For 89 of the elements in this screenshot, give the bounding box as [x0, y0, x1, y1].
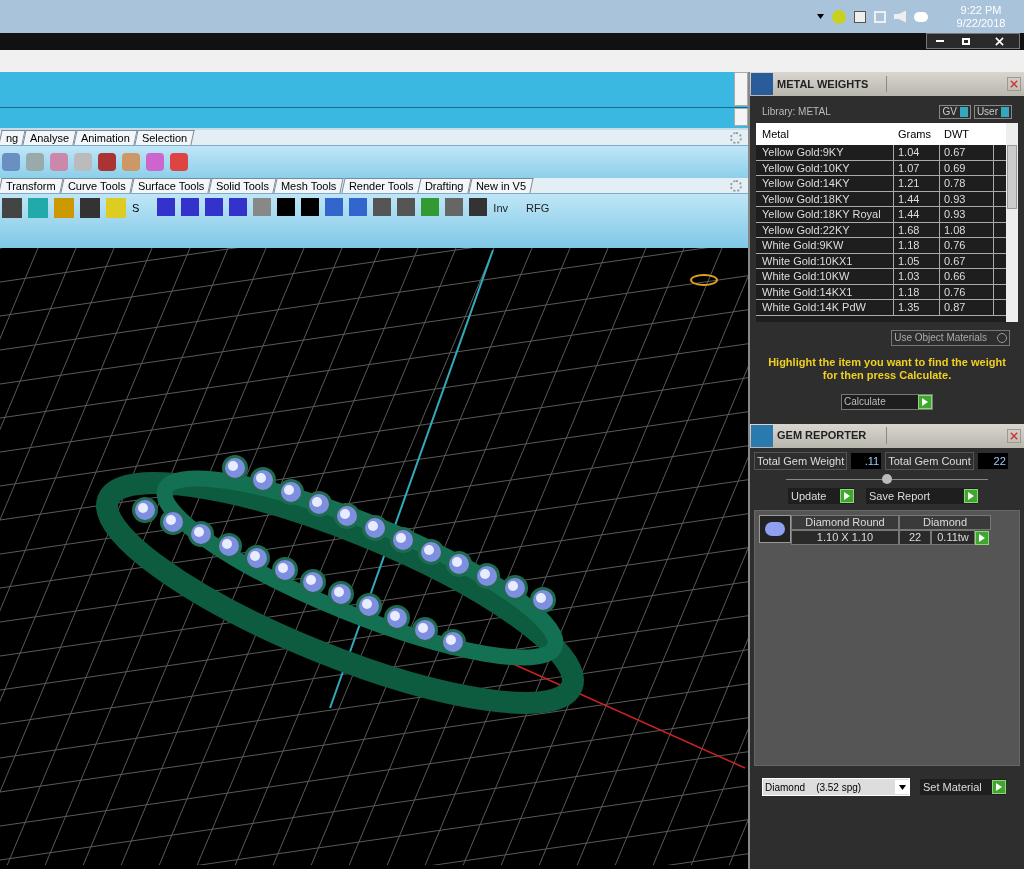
splitter-handle-icon[interactable] — [882, 474, 892, 484]
column-header[interactable]: Grams — [894, 125, 940, 143]
ribbon-tab[interactable]: New in V5 — [468, 178, 534, 193]
caret-icon[interactable] — [895, 780, 909, 794]
table-cell[interactable]: 0.76 — [940, 238, 994, 253]
gear-icon[interactable] — [730, 180, 742, 192]
ring-icon[interactable] — [690, 274, 718, 286]
total-count-label: Total Gem Count — [885, 451, 974, 470]
toolbar-label[interactable]: S — [132, 200, 140, 217]
speaker-icon[interactable] — [894, 10, 906, 23]
table-cell[interactable]: 0.66 — [940, 269, 994, 284]
table-cell[interactable]: 1.35 — [894, 300, 940, 315]
table-cell[interactable]: 1.18 — [894, 284, 940, 299]
table-cell[interactable]: 0.67 — [940, 253, 994, 268]
table-cell[interactable]: Yellow Gold:18KY — [756, 191, 894, 206]
table-cell[interactable]: White Gold:9KW — [756, 238, 894, 253]
tool-icon[interactable] — [301, 198, 320, 216]
gear-icon[interactable] — [730, 132, 742, 144]
gem-name: Diamond Round — [791, 515, 899, 530]
table-cell[interactable]: Yellow Gold:14KY — [756, 176, 894, 191]
table-cell[interactable]: 0.76 — [940, 284, 994, 299]
table-cell[interactable]: White Gold:14K PdW — [756, 300, 894, 315]
ribbon-tab[interactable]: Surface Tools — [130, 178, 212, 193]
table-cell[interactable]: 1.18 — [894, 238, 940, 253]
tool-icon[interactable] — [181, 198, 200, 216]
toolbar-label[interactable]: Inv — [493, 200, 509, 217]
instruction-text: Highlight the item you want to find the weight for then press Calculate. — [767, 355, 1007, 382]
total-weight-value: .11 — [851, 452, 882, 469]
tool-icon[interactable] — [229, 198, 248, 216]
material-dropdown[interactable]: Diamond (3.52 spg) — [762, 778, 910, 796]
gem-thumbnail[interactable] — [759, 515, 791, 543]
toolbar-label[interactable]: RFG — [526, 200, 550, 217]
total-count-value: 22 — [977, 452, 1008, 469]
table-cell[interactable]: 1.21 — [894, 176, 940, 191]
set-material-button[interactable]: Set Material — [920, 779, 1006, 795]
table-cell[interactable]: 0.69 — [940, 160, 994, 175]
scrollbar[interactable] — [1006, 123, 1018, 322]
tool-icon[interactable] — [277, 198, 296, 216]
table-cell[interactable]: 0.93 — [940, 207, 994, 222]
table-cell[interactable]: 0.67 — [940, 145, 994, 160]
calculate-button[interactable]: Calculate — [841, 393, 933, 410]
table-cell[interactable]: 1.68 — [894, 222, 940, 237]
ribbon-tab[interactable]: Selection — [134, 130, 196, 145]
gem-type: Diamond — [899, 515, 991, 530]
table-cell[interactable]: 1.07 — [894, 160, 940, 175]
use-object-materials-toggle[interactable]: Use Object Materials — [891, 329, 1010, 346]
ribbon-tab[interactable]: Solid Tools — [208, 178, 277, 193]
caret-icon[interactable] — [817, 14, 824, 19]
tool-icon[interactable] — [469, 198, 488, 216]
column-header[interactable]: DWT — [940, 125, 994, 143]
ribbon-tab[interactable]: Mesh Tools — [273, 178, 345, 193]
total-weight-label: Total Gem Weight — [754, 451, 848, 470]
cloud-icon[interactable] — [914, 11, 928, 22]
column-header[interactable]: Metal — [756, 125, 894, 143]
table-cell[interactable]: 1.05 — [894, 253, 940, 268]
report-button[interactable]: Save Report — [866, 488, 978, 504]
table-cell[interactable]: 1.04 — [894, 145, 940, 160]
ribbon-tab[interactable]: Curve Tools — [60, 178, 134, 193]
gem-count: 22 — [899, 530, 931, 545]
tool-icon[interactable] — [157, 198, 176, 216]
gem-size: 1.10 X 1.10 — [791, 530, 899, 545]
table-cell[interactable]: White Gold:14KX1 — [756, 284, 894, 299]
report-button[interactable]: Update — [788, 488, 854, 504]
table-cell[interactable]: 0.87 — [940, 300, 994, 315]
table-cell[interactable]: White Gold:10KX1 — [756, 253, 894, 268]
table-cell[interactable]: Yellow Gold:22KY — [756, 222, 894, 237]
tool-icon[interactable] — [205, 198, 224, 216]
table-cell[interactable]: 1.44 — [894, 207, 940, 222]
ribbon-tab[interactable]: Render Tools — [340, 178, 421, 193]
ribbon-tab[interactable]: Animation — [73, 130, 138, 145]
table-cell[interactable]: White Gold:10KW — [756, 269, 894, 284]
ribbon-tab[interactable]: Analyse — [22, 130, 77, 145]
table-cell[interactable]: 1.08 — [940, 222, 994, 237]
gem-weight: 0.11tw — [931, 530, 975, 545]
table-cell[interactable]: Yellow Gold:10KY — [756, 160, 894, 175]
toggle-button[interactable]: User — [973, 104, 1012, 119]
ribbon-tab[interactable]: Transform — [0, 178, 64, 193]
table-cell[interactable]: Yellow Gold:18KY Royal — [756, 207, 894, 222]
table-cell[interactable]: 0.78 — [940, 176, 994, 191]
table-cell[interactable]: Yellow Gold:9KY — [756, 145, 894, 160]
table-cell[interactable]: 1.03 — [894, 269, 940, 284]
ribbon-tab[interactable]: ng — [0, 130, 26, 145]
toggle-button[interactable]: GV — [939, 104, 971, 119]
panel-title: METAL WEIGHTS — [777, 75, 887, 93]
library-label: Library: METAL — [762, 105, 831, 119]
ribbon-tab[interactable]: Drafting — [417, 178, 472, 193]
table-cell[interactable]: 1.44 — [894, 191, 940, 206]
table-cell[interactable]: 0.93 — [940, 191, 994, 206]
panel-title: GEM REPORTER — [777, 427, 887, 444]
